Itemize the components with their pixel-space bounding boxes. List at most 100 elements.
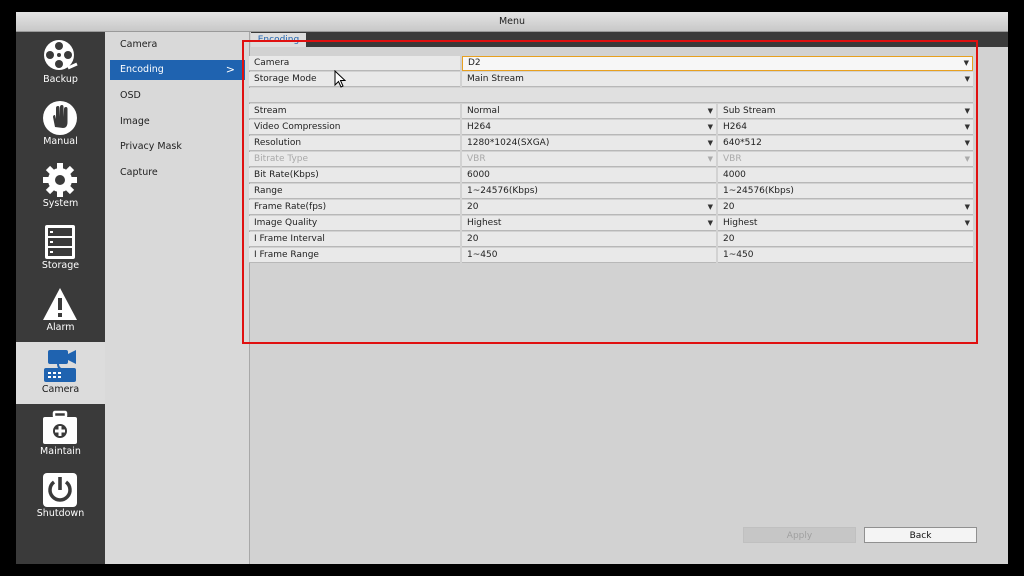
main-stream-value: 1~24576(Kbps) — [467, 186, 538, 196]
mouse-cursor-icon — [334, 70, 346, 88]
submenu-item-label: Encoding — [120, 64, 164, 75]
main-stream-field[interactable]: 1~450 — [462, 248, 716, 263]
nav-label: Shutdown — [36, 508, 85, 519]
submenu-item-privacy-mask[interactable]: Privacy Mask — [110, 137, 245, 157]
hand-icon — [43, 101, 77, 135]
sub-stream-value: Sub Stream — [723, 106, 776, 116]
chevron-down-icon: ▼ — [964, 219, 970, 227]
chevron-down-icon: ▼ — [964, 107, 970, 115]
row-label: Image Quality — [249, 216, 460, 231]
submenu-item-capture[interactable]: Capture — [110, 163, 245, 183]
submenu-item-osd[interactable]: OSD — [110, 86, 245, 106]
nav-label: System — [42, 198, 79, 209]
nav-item-maintain[interactable]: Maintain — [16, 404, 105, 466]
sub-stream-value: 4000 — [723, 170, 746, 180]
main-stream-field[interactable]: 20 — [462, 232, 716, 247]
camera-label: Camera — [249, 56, 460, 71]
sub-stream-select[interactable]: 640*512 ▼ — [718, 136, 973, 151]
main-stream-select: VBR ▼ — [462, 152, 716, 167]
chevron-down-icon: ▼ — [707, 203, 713, 211]
row-label: Resolution — [249, 136, 460, 151]
sub-stream-value: 20 — [723, 202, 735, 212]
nav-label: Alarm — [46, 322, 75, 333]
sub-stream-value: 1~450 — [723, 250, 754, 260]
nav-item-storage[interactable]: Storage — [16, 218, 105, 280]
nav-item-system[interactable]: System — [16, 156, 105, 218]
camera-select[interactable]: D2 ▼ — [462, 56, 973, 71]
power-icon — [43, 473, 77, 507]
nav-item-shutdown[interactable]: Shutdown — [16, 466, 105, 528]
main-stream-select[interactable]: H264 ▼ — [462, 120, 716, 135]
apply-button[interactable]: Apply — [743, 527, 856, 543]
chevron-down-icon: ▼ — [964, 123, 970, 131]
main-stream-select[interactable]: 20 ▼ — [462, 200, 716, 215]
main-nav: Backup Manual System Storage Alarm Camer… — [16, 32, 105, 564]
sub-stream-value: 20 — [723, 234, 735, 244]
row-label: Bit Rate(Kbps) — [249, 168, 460, 183]
submenu-item-image[interactable]: Image — [110, 112, 245, 132]
nav-item-alarm[interactable]: Alarm — [16, 280, 105, 342]
chevron-down-icon: ▼ — [707, 123, 713, 131]
chevron-right-icon: > — [225, 63, 235, 76]
tab-strip: Encoding — [251, 32, 1008, 47]
chevron-down-icon: ▼ — [963, 59, 969, 67]
sub-stream-field[interactable]: 1~24576(Kbps) — [718, 184, 973, 199]
chevron-down-icon: ▼ — [707, 219, 713, 227]
main-stream-value: 20 — [467, 234, 479, 244]
sub-stream-value: VBR — [723, 154, 742, 164]
row-label: Stream — [249, 104, 460, 119]
nav-item-manual[interactable]: Manual — [16, 94, 105, 156]
nav-item-camera[interactable]: Camera — [16, 342, 105, 404]
main-stream-value: Highest — [467, 218, 502, 228]
sub-stream-select: VBR ▼ — [718, 152, 973, 167]
main-stream-field[interactable]: 1~24576(Kbps) — [462, 184, 716, 199]
row-label: I Frame Range — [249, 248, 460, 263]
chevron-down-icon: ▼ — [964, 155, 970, 163]
row-label: Bitrate Type — [249, 152, 460, 167]
back-button[interactable]: Back — [864, 527, 977, 543]
camera-select-value: D2 — [468, 58, 481, 68]
film-reel-icon — [44, 40, 78, 70]
storage-mode-select-value: Main Stream — [467, 74, 524, 84]
row-label: Frame Rate(fps) — [249, 200, 460, 215]
spacer — [249, 88, 973, 103]
chevron-down-icon: ▼ — [964, 139, 970, 147]
hard-drive-icon — [45, 225, 75, 259]
main-stream-select[interactable]: Normal ▼ — [462, 104, 716, 119]
main-stream-select[interactable]: 1280*1024(SXGA) ▼ — [462, 136, 716, 151]
main-stream-field[interactable]: 6000 — [462, 168, 716, 183]
storage-mode-select[interactable]: Main Stream ▼ — [462, 72, 973, 87]
nav-item-backup[interactable]: Backup — [16, 32, 105, 94]
sub-stream-value: 640*512 — [723, 138, 762, 148]
camera-submenu: Camera Encoding > OSD Image Privacy Mask… — [105, 32, 250, 564]
toolbox-icon — [43, 410, 77, 444]
nav-label: Backup — [43, 74, 78, 85]
storage-mode-label: Storage Mode — [249, 72, 460, 87]
chevron-down-icon: ▼ — [964, 75, 970, 83]
sub-stream-select[interactable]: H264 ▼ — [718, 120, 973, 135]
sub-stream-select[interactable]: Sub Stream ▼ — [718, 104, 973, 119]
nav-label: Manual — [43, 136, 78, 147]
submenu-item-camera[interactable]: Camera — [110, 35, 245, 55]
gear-icon — [43, 163, 77, 197]
sub-stream-select[interactable]: Highest ▼ — [718, 216, 973, 231]
window-title: Menu — [16, 12, 1008, 32]
sub-stream-value: 1~24576(Kbps) — [723, 186, 794, 196]
sub-stream-field[interactable]: 1~450 — [718, 248, 973, 263]
sub-stream-value: Highest — [723, 218, 758, 228]
tab-encoding[interactable]: Encoding — [251, 33, 306, 47]
main-stream-value: H264 — [467, 122, 491, 132]
main-stream-value: 1280*1024(SXGA) — [467, 138, 550, 148]
sub-stream-field[interactable]: 4000 — [718, 168, 973, 183]
row-label: I Frame Interval — [249, 232, 460, 247]
main-stream-select[interactable]: Highest ▼ — [462, 216, 716, 231]
warning-icon — [43, 288, 77, 320]
sub-stream-field[interactable]: 20 — [718, 232, 973, 247]
main-stream-value: 6000 — [467, 170, 490, 180]
submenu-item-encoding[interactable]: Encoding > — [110, 60, 245, 80]
nav-label: Maintain — [40, 446, 81, 457]
nav-label: Storage — [41, 260, 80, 271]
chevron-down-icon: ▼ — [707, 155, 713, 163]
main-stream-value: 20 — [467, 202, 479, 212]
sub-stream-select[interactable]: 20 ▼ — [718, 200, 973, 215]
